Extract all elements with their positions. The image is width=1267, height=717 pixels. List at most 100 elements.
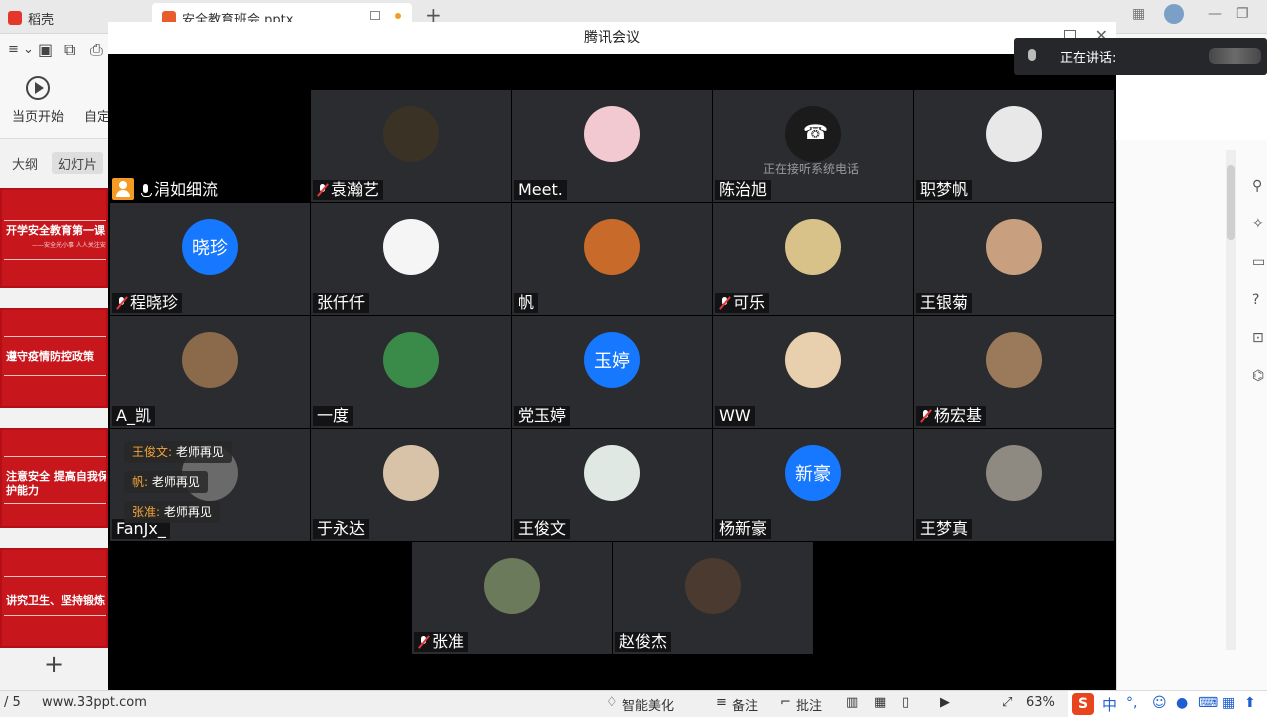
participant-name-tag: 赵俊杰 — [615, 632, 672, 652]
slide-thumb-title: 开学安全教育第一课 — [6, 224, 105, 237]
sogou-logo-icon[interactable]: S — [1072, 693, 1094, 715]
participant-avatar — [383, 106, 439, 162]
play-from-current-icon[interactable] — [26, 76, 50, 100]
chat-sender: 王俊文: — [132, 445, 173, 459]
participant-name-tag: 袁瀚艺 — [313, 180, 384, 200]
participant-tile[interactable]: 职梦帆 — [914, 90, 1114, 202]
speaking-indicator: 正在讲话: — [1014, 38, 1267, 75]
notes-icon[interactable]: ≡ — [716, 695, 727, 710]
participant-tile[interactable]: WW — [713, 316, 913, 428]
participant-tile[interactable]: 袁瀚艺 — [311, 90, 511, 202]
normal-view-icon[interactable]: ▥ — [846, 695, 858, 710]
menu-chevron-icon[interactable]: ≡ ⌄ — [8, 42, 34, 57]
panel-tabs: 大纲 幻灯片 — [0, 148, 110, 176]
participant-name-tag: 党玉婷 — [514, 406, 571, 426]
slideshow-play-icon[interactable]: ▶ — [940, 695, 950, 710]
slide-thumb-subtitle: ——安全光小事 人人关注安 — [32, 242, 106, 249]
participant-tile[interactable]: A_凯 — [110, 316, 310, 428]
participant-tile[interactable]: 王梦真 — [914, 429, 1114, 541]
animation-icon[interactable]: ▭ — [1252, 254, 1265, 270]
participant-tile[interactable]: 涓如细流 — [110, 90, 310, 202]
emoji-icon[interactable]: ☺ — [1152, 695, 1167, 711]
participant-tile[interactable]: 赵俊杰 — [613, 542, 813, 654]
participant-name-tag: Meet. — [514, 180, 567, 200]
toolbox-icon[interactable]: ▦ — [1222, 695, 1235, 711]
smart-beautify-icon[interactable]: ♢ — [606, 695, 618, 710]
participant-name: 袁瀚艺 — [331, 180, 380, 199]
slide-thumb-title: 讲究卫生、坚持锻炼 — [6, 594, 105, 607]
participant-tile[interactable]: 于永达 — [311, 429, 511, 541]
add-slide-plus-icon[interactable]: + — [44, 650, 64, 678]
participant-avatar-text: 玉婷 — [584, 332, 640, 388]
participant-avatar — [986, 332, 1042, 388]
slide-thumb-3[interactable]: 注意安全 提高自我保护能力 — [0, 428, 108, 528]
chat-sender: 帆: — [132, 475, 149, 489]
participant-tile[interactable]: 一度 — [311, 316, 511, 428]
participant-tile[interactable]: 张仟仟 — [311, 203, 511, 315]
smart-beautify-button[interactable]: 智能美化 — [622, 695, 674, 714]
restore-icon[interactable]: ❐ — [1236, 6, 1249, 22]
participant-tile[interactable]: 王俊文 — [512, 429, 712, 541]
minimize-icon[interactable]: — — [1208, 6, 1222, 22]
unsaved-dot-icon — [395, 13, 401, 19]
backup-icon[interactable]: ⊡ — [1252, 330, 1264, 346]
comments-button[interactable]: 批注 — [796, 695, 822, 714]
skin-icon[interactable]: ⬆ — [1244, 695, 1256, 711]
slide-thumb-4[interactable]: 讲究卫生、坚持锻炼 — [0, 548, 108, 648]
participant-tile[interactable]: Meet. — [512, 90, 712, 202]
grid-apps-icon[interactable]: ▦ — [1132, 6, 1145, 22]
punctuation-icon[interactable]: °, — [1126, 695, 1137, 711]
participant-tile[interactable]: 玉婷 党玉婷 — [512, 316, 712, 428]
notes-button[interactable]: 备注 — [732, 695, 758, 714]
participant-name: 党玉婷 — [518, 406, 567, 425]
task-pane — [1116, 140, 1267, 690]
keyboard-icon[interactable]: ⌨ — [1198, 695, 1218, 711]
print-icon[interactable]: ⎙ — [90, 40, 103, 60]
participant-tile[interactable]: 张准 — [412, 542, 612, 654]
save-icon[interactable]: ▣ — [38, 40, 53, 59]
participant-avatar — [986, 106, 1042, 162]
tab-window-icon[interactable] — [370, 11, 380, 20]
participant-tile[interactable]: 帆 — [512, 203, 712, 315]
participant-tile[interactable]: 杨宏基 — [914, 316, 1114, 428]
chat-bubble: 张准: 老师再见 — [124, 501, 220, 523]
fit-zoom-icon[interactable]: ⤢ — [1002, 695, 1012, 710]
share-icon[interactable]: ⌬ — [1252, 368, 1264, 384]
tab-docer-label: 稻壳 — [28, 13, 55, 28]
participant-name-tag: 王俊文 — [514, 519, 571, 539]
custom-show-label[interactable]: 自定 — [84, 106, 110, 125]
participant-tile[interactable]: 晓珍 程晓珍 — [110, 203, 310, 315]
participant-name: 杨宏基 — [934, 406, 983, 425]
sorter-view-icon[interactable]: ▦ — [874, 695, 886, 710]
participant-name-tag: 程晓珍 — [112, 293, 183, 313]
participant-tile[interactable]: FanJx_ 王俊文: 老师再见 帆: 老师再见 张准: 老师再见 — [110, 429, 310, 541]
participant-tile[interactable]: 新豪 杨新豪 — [713, 429, 913, 541]
slide-thumb-1[interactable]: 开学安全教育第一课 ——安全光小事 人人关注安 — [0, 188, 108, 288]
user-avatar-icon[interactable] — [1164, 4, 1184, 24]
participant-name-tag: 涓如细流 — [136, 180, 223, 200]
participant-avatar — [383, 219, 439, 275]
tab-slides[interactable]: 幻灯片 — [52, 152, 104, 174]
participant-tile[interactable]: 王银菊 — [914, 203, 1114, 315]
comment-icon[interactable]: ⌐ — [780, 695, 791, 710]
reading-view-icon[interactable]: ▯ — [902, 695, 909, 710]
participant-tile[interactable]: 可乐 — [713, 203, 913, 315]
ime-language[interactable]: 中 — [1102, 694, 1117, 715]
properties-icon[interactable]: ⚲ — [1252, 178, 1262, 194]
voice-input-icon[interactable]: ● — [1176, 695, 1188, 711]
export-icon[interactable]: ⧉ — [64, 40, 75, 60]
participant-name: 赵俊杰 — [619, 632, 668, 651]
scrollbar-thumb[interactable] — [1227, 165, 1235, 240]
tab-outline[interactable]: 大纲 — [6, 152, 44, 174]
help-icon[interactable]: ? — [1252, 292, 1259, 308]
participant-avatar — [785, 219, 841, 275]
design-icon[interactable]: ✧ — [1252, 216, 1264, 232]
play-from-current-label[interactable]: 当页开始 — [12, 106, 64, 125]
slide-thumb-title: 遵守疫情防控政策 — [6, 350, 94, 363]
participant-name: 帆 — [518, 293, 535, 312]
participant-tile[interactable]: 正在接听系统电话陈治旭 — [713, 90, 913, 202]
zoom-level[interactable]: 63% — [1026, 695, 1055, 710]
phone-call-icon — [785, 106, 841, 162]
mic-icon — [140, 183, 152, 197]
slide-thumb-2[interactable]: 遵守疫情防控政策 — [0, 308, 108, 408]
